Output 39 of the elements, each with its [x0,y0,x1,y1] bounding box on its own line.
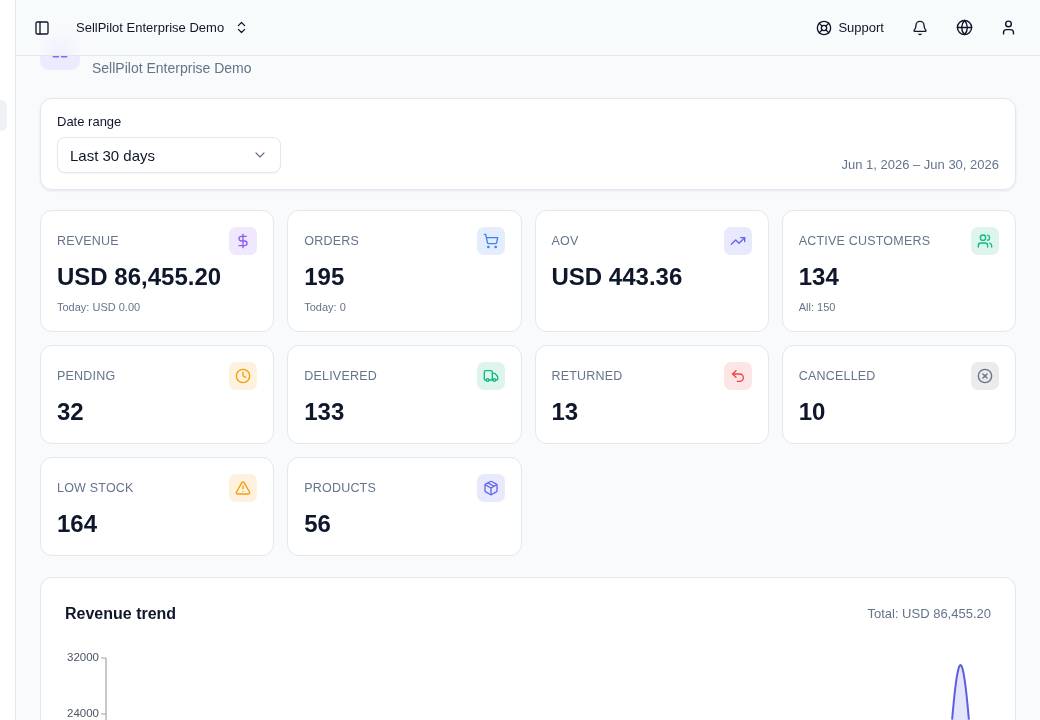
kpi-note: All: 150 [798,300,837,314]
kpi-label: ORDERS [304,234,359,248]
kpi-value: 32 [57,398,85,426]
kpi-label: PRODUCTS [304,481,376,495]
kpi-label: ACTIVE CUSTOMERS [798,234,931,248]
kpi-label: RETURNED [551,369,623,383]
y-axis-label: 24000 [67,707,99,720]
date-range-select[interactable]: Last 30 days [57,137,281,173]
kpi-value: USD 443.36 [551,263,684,291]
bell-icon [912,19,928,36]
kpi-note: Today: USD 0.00 [57,300,142,314]
chart-total: Total: USD 86,455.20 [867,606,991,622]
kpi-note: Today: 0 [304,300,347,314]
globe-icon [955,19,973,36]
y-axis-label: 32000 [67,651,99,664]
chart-title: Revenue trend [65,604,177,624]
kpi-label: PENDING [57,369,116,383]
kpi-value: 164 [57,510,99,538]
date-range-text: Jun 1, 2026 – Jun 30, 2026 [841,157,999,173]
kpi-value: USD 86,455.20 [57,263,223,291]
life-buoy-icon [816,19,833,36]
kpi-label: REVENUE [57,234,119,248]
panel-icon [34,19,50,36]
kpi-value: 13 [551,398,580,426]
kpi-label: LOW STOCK [57,481,134,495]
kpi-label: CANCELLED [798,369,876,383]
kpi-value: 56 [304,510,332,538]
kpi-value: 195 [304,263,346,291]
revenue-area [951,664,970,720]
kpi-value: 10 [798,398,827,426]
page-subtitle: SellPilot Enterprise Demo [92,59,252,78]
field-label: Date range [57,114,123,130]
kpi-value: 133 [304,398,346,426]
kpi-value: 134 [798,263,840,291]
y-axis [100,657,107,720]
workspace-switcher[interactable]: SellPilot Enterprise Demo [68,11,258,44]
support-button[interactable]: Support [808,11,892,44]
kpi-label: DELIVERED [304,369,377,383]
kpi-label: AOV [551,234,579,248]
